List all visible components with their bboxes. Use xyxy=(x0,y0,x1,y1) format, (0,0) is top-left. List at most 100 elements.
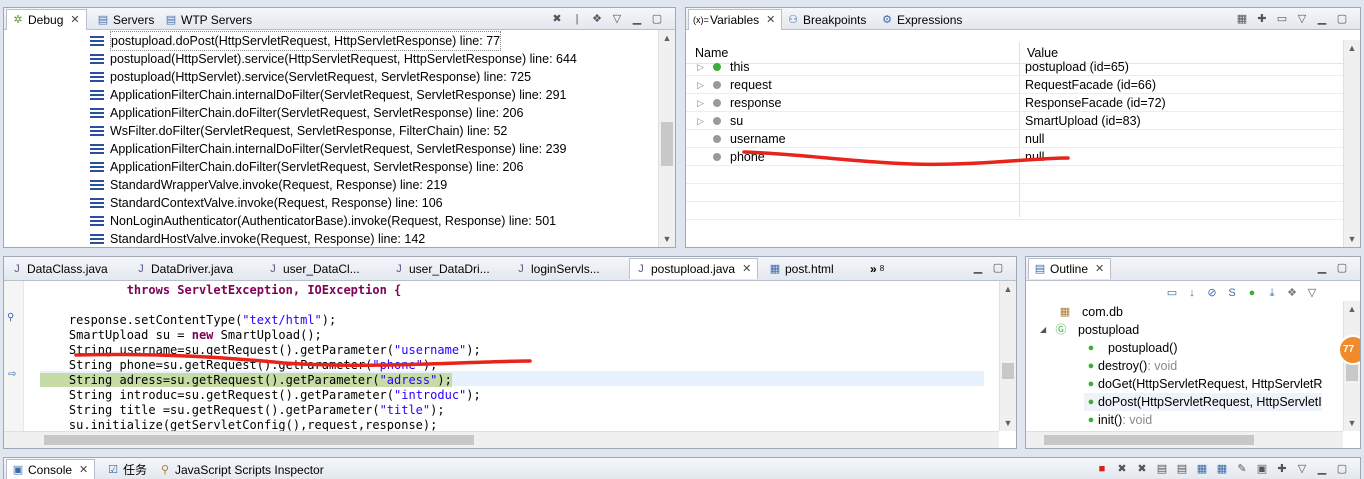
stack-frame[interactable]: postupload(HttpServlet).service(ServletR… xyxy=(84,68,657,86)
maximize-icon[interactable]: ▢ xyxy=(1334,260,1350,276)
stack-frame[interactable]: NonLoginAuthenticator(AuthenticatorBase)… xyxy=(84,212,657,230)
scroll-lock-icon[interactable]: ▤ xyxy=(1174,461,1190,477)
clear-console-icon[interactable]: ▤ xyxy=(1154,461,1170,477)
tab-servers[interactable]: ▤ Servers xyxy=(92,9,160,30)
variable-row[interactable]: ▷ response ResponseFacade (id=72) xyxy=(686,94,1343,112)
stack-frame[interactable]: ApplicationFilterChain.doFilter(ServletR… xyxy=(84,158,657,176)
word-wrap-icon[interactable]: ▦ xyxy=(1194,461,1210,477)
scrollbar-thumb[interactable] xyxy=(661,122,673,166)
scrollbar-thumb[interactable] xyxy=(1044,435,1254,445)
collapse-all-icon[interactable]: ▭ xyxy=(1164,285,1180,301)
view-menu-icon[interactable]: ▽ xyxy=(609,11,625,27)
scroll-up-icon[interactable]: ▲ xyxy=(1344,40,1360,56)
stack-frame[interactable]: StandardHostValve.invoke(Request, Respon… xyxy=(84,230,657,247)
tab-breakpoints[interactable]: ⚇ Breakpoints xyxy=(782,9,872,30)
close-icon[interactable]: ✕ xyxy=(79,460,88,479)
tab-wtp-servers[interactable]: ▤ WTP Servers xyxy=(160,9,258,30)
add-expression-icon[interactable]: ✚ xyxy=(1254,11,1270,27)
tab-post-html[interactable]: ▦ post.html xyxy=(764,258,840,279)
outline-item-method[interactable]: ● init() : void xyxy=(1084,411,1153,429)
maximize-icon[interactable]: ▢ xyxy=(990,260,1006,276)
variable-row[interactable]: ▷ su SmartUpload (id=83) xyxy=(686,112,1343,130)
tab-user-datacl[interactable]: Juser_DataCl... xyxy=(262,258,366,279)
editor-vertical-scrollbar[interactable]: ▲ ▼ xyxy=(999,281,1016,431)
view-menu-icon[interactable]: ▽ xyxy=(1294,11,1310,27)
open-console-icon[interactable]: ✚ xyxy=(1274,461,1290,477)
scroll-up-icon[interactable]: ▲ xyxy=(1344,301,1360,317)
expand-icon[interactable]: ▷ xyxy=(697,112,704,130)
expand-icon[interactable]: ▷ xyxy=(697,76,704,94)
maximize-icon[interactable]: ▢ xyxy=(649,11,665,27)
outline-item-method[interactable]: ● destroy() : void xyxy=(1084,357,1178,375)
outline-item-method[interactable]: ● postupload() xyxy=(1084,339,1178,357)
editor-horizontal-scrollbar[interactable] xyxy=(4,431,999,448)
variable-row[interactable]: phone null xyxy=(686,148,1343,166)
tab-datadriver-java[interactable]: J DataDriver.java xyxy=(130,258,239,279)
expand-icon[interactable]: ▷ xyxy=(697,94,704,112)
tab-debug[interactable]: ✲ Debug ✕ xyxy=(6,9,87,30)
outline-item-method[interactable]: ● doGet(HttpServletRequest, HttpServletR xyxy=(1084,375,1323,393)
hide-nonpublic-icon[interactable]: ● xyxy=(1244,285,1260,301)
pin-console-icon[interactable]: ✎ xyxy=(1234,461,1250,477)
minimize-icon[interactable]: ▁ xyxy=(1314,260,1330,276)
variable-row[interactable]: username null xyxy=(686,130,1343,148)
hide-fields-icon[interactable]: ⊘ xyxy=(1204,285,1220,301)
minimize-icon[interactable]: ▁ xyxy=(629,11,645,27)
close-icon[interactable]: ✕ xyxy=(766,10,775,30)
outline-item-method-selected[interactable]: ● doPost(HttpServletRequest, HttpServlet… xyxy=(1084,393,1322,411)
stack-frame[interactable]: ApplicationFilterChain.internalDoFilter(… xyxy=(84,86,657,104)
stack-frame[interactable]: WsFilter.doFilter(ServletRequest, Servle… xyxy=(84,122,657,140)
debug-vertical-scrollbar[interactable]: ▲ ▼ xyxy=(658,30,675,247)
stack-frame[interactable]: ApplicationFilterChain.doFilter(ServletR… xyxy=(84,104,657,122)
collapse-all-icon[interactable]: ▭ xyxy=(1274,11,1290,27)
scroll-down-icon[interactable]: ▼ xyxy=(1344,415,1360,431)
scroll-down-icon[interactable]: ▼ xyxy=(1000,415,1016,431)
close-icon[interactable]: ✕ xyxy=(742,259,751,279)
minimize-icon[interactable]: ▁ xyxy=(1314,11,1330,27)
show-type-names-icon[interactable]: ▦ xyxy=(1234,11,1250,27)
outline-item-class[interactable]: ◢ Ⓖ postupload xyxy=(1040,321,1139,339)
tab-loginservls[interactable]: JloginServls... xyxy=(510,258,606,279)
debug-menu-icon[interactable]: ❖ xyxy=(589,11,605,27)
close-icon[interactable]: ✕ xyxy=(70,10,79,30)
tab-console[interactable]: ▣ Console ✕ xyxy=(6,459,96,479)
stack-frame[interactable]: StandardWrapperValve.invoke(Request, Res… xyxy=(84,176,657,194)
more-tabs-button[interactable]: » 8 xyxy=(866,258,890,279)
expand-icon[interactable]: ▷ xyxy=(697,58,704,76)
tab-user-datadri[interactable]: Juser_DataDri... xyxy=(388,258,496,279)
view-menu-icon[interactable]: ▽ xyxy=(1294,461,1310,477)
variable-row[interactable]: ▷ this postupload (id=65) xyxy=(686,58,1343,76)
tab-variables[interactable]: (x)= Variables ✕ xyxy=(688,9,783,30)
outline-item-package[interactable]: ▦ com.db xyxy=(1058,303,1123,321)
tab-postupload-java[interactable]: Jpostupload.java ✕ xyxy=(629,258,759,279)
minimize-icon[interactable]: ▁ xyxy=(1314,461,1330,477)
close-icon[interactable]: ✕ xyxy=(1095,259,1104,279)
stack-frame[interactable]: postupload(HttpServlet).service(HttpServ… xyxy=(84,50,657,68)
scrollbar-thumb[interactable] xyxy=(44,435,474,445)
code-editor[interactable]: throws ServletException, IOException { r… xyxy=(40,283,998,432)
scroll-down-icon[interactable]: ▼ xyxy=(659,231,675,247)
tab-js-inspector[interactable]: ⚲ JavaScript Scripts Inspector xyxy=(154,459,330,479)
tab-expressions[interactable]: ⚙ Expressions xyxy=(876,9,968,30)
terminate-icon[interactable]: ■ xyxy=(1094,461,1110,477)
stack-frame[interactable]: StandardContextValve.invoke(Request, Res… xyxy=(84,194,657,212)
remove-launch-icon[interactable]: ✖ xyxy=(1114,461,1130,477)
stack-frame[interactable]: postupload.doPost(HttpServletRequest, Ht… xyxy=(84,31,657,51)
tab-dataclass-java[interactable]: J DataClass.java xyxy=(6,258,114,279)
scrollbar-thumb[interactable] xyxy=(1002,363,1014,379)
hide-static-icon[interactable]: S xyxy=(1224,285,1240,301)
floating-badge[interactable]: 77 xyxy=(1338,335,1360,365)
remove-all-icon[interactable]: ✖ xyxy=(1134,461,1150,477)
sort-icon[interactable]: ↓ xyxy=(1184,285,1200,301)
variable-row[interactable]: ▷ request RequestFacade (id=66) xyxy=(686,76,1343,94)
view-menu-icon[interactable]: ▽ xyxy=(1304,285,1320,301)
scroll-up-icon[interactable]: ▲ xyxy=(1000,281,1016,297)
show-on-output-icon[interactable]: ▦ xyxy=(1214,461,1230,477)
maximize-icon[interactable]: ▢ xyxy=(1334,461,1350,477)
remove-launches-icon[interactable]: ✖ xyxy=(549,11,565,27)
maximize-icon[interactable]: ▢ xyxy=(1334,11,1350,27)
stack-frame[interactable]: ApplicationFilterChain.internalDoFilter(… xyxy=(84,140,657,158)
outline-horizontal-scrollbar[interactable] xyxy=(1026,431,1343,448)
outline-vertical-scrollbar[interactable]: ▲ ▼ xyxy=(1343,301,1360,431)
link-editor-icon[interactable]: ❖ xyxy=(1284,285,1300,301)
